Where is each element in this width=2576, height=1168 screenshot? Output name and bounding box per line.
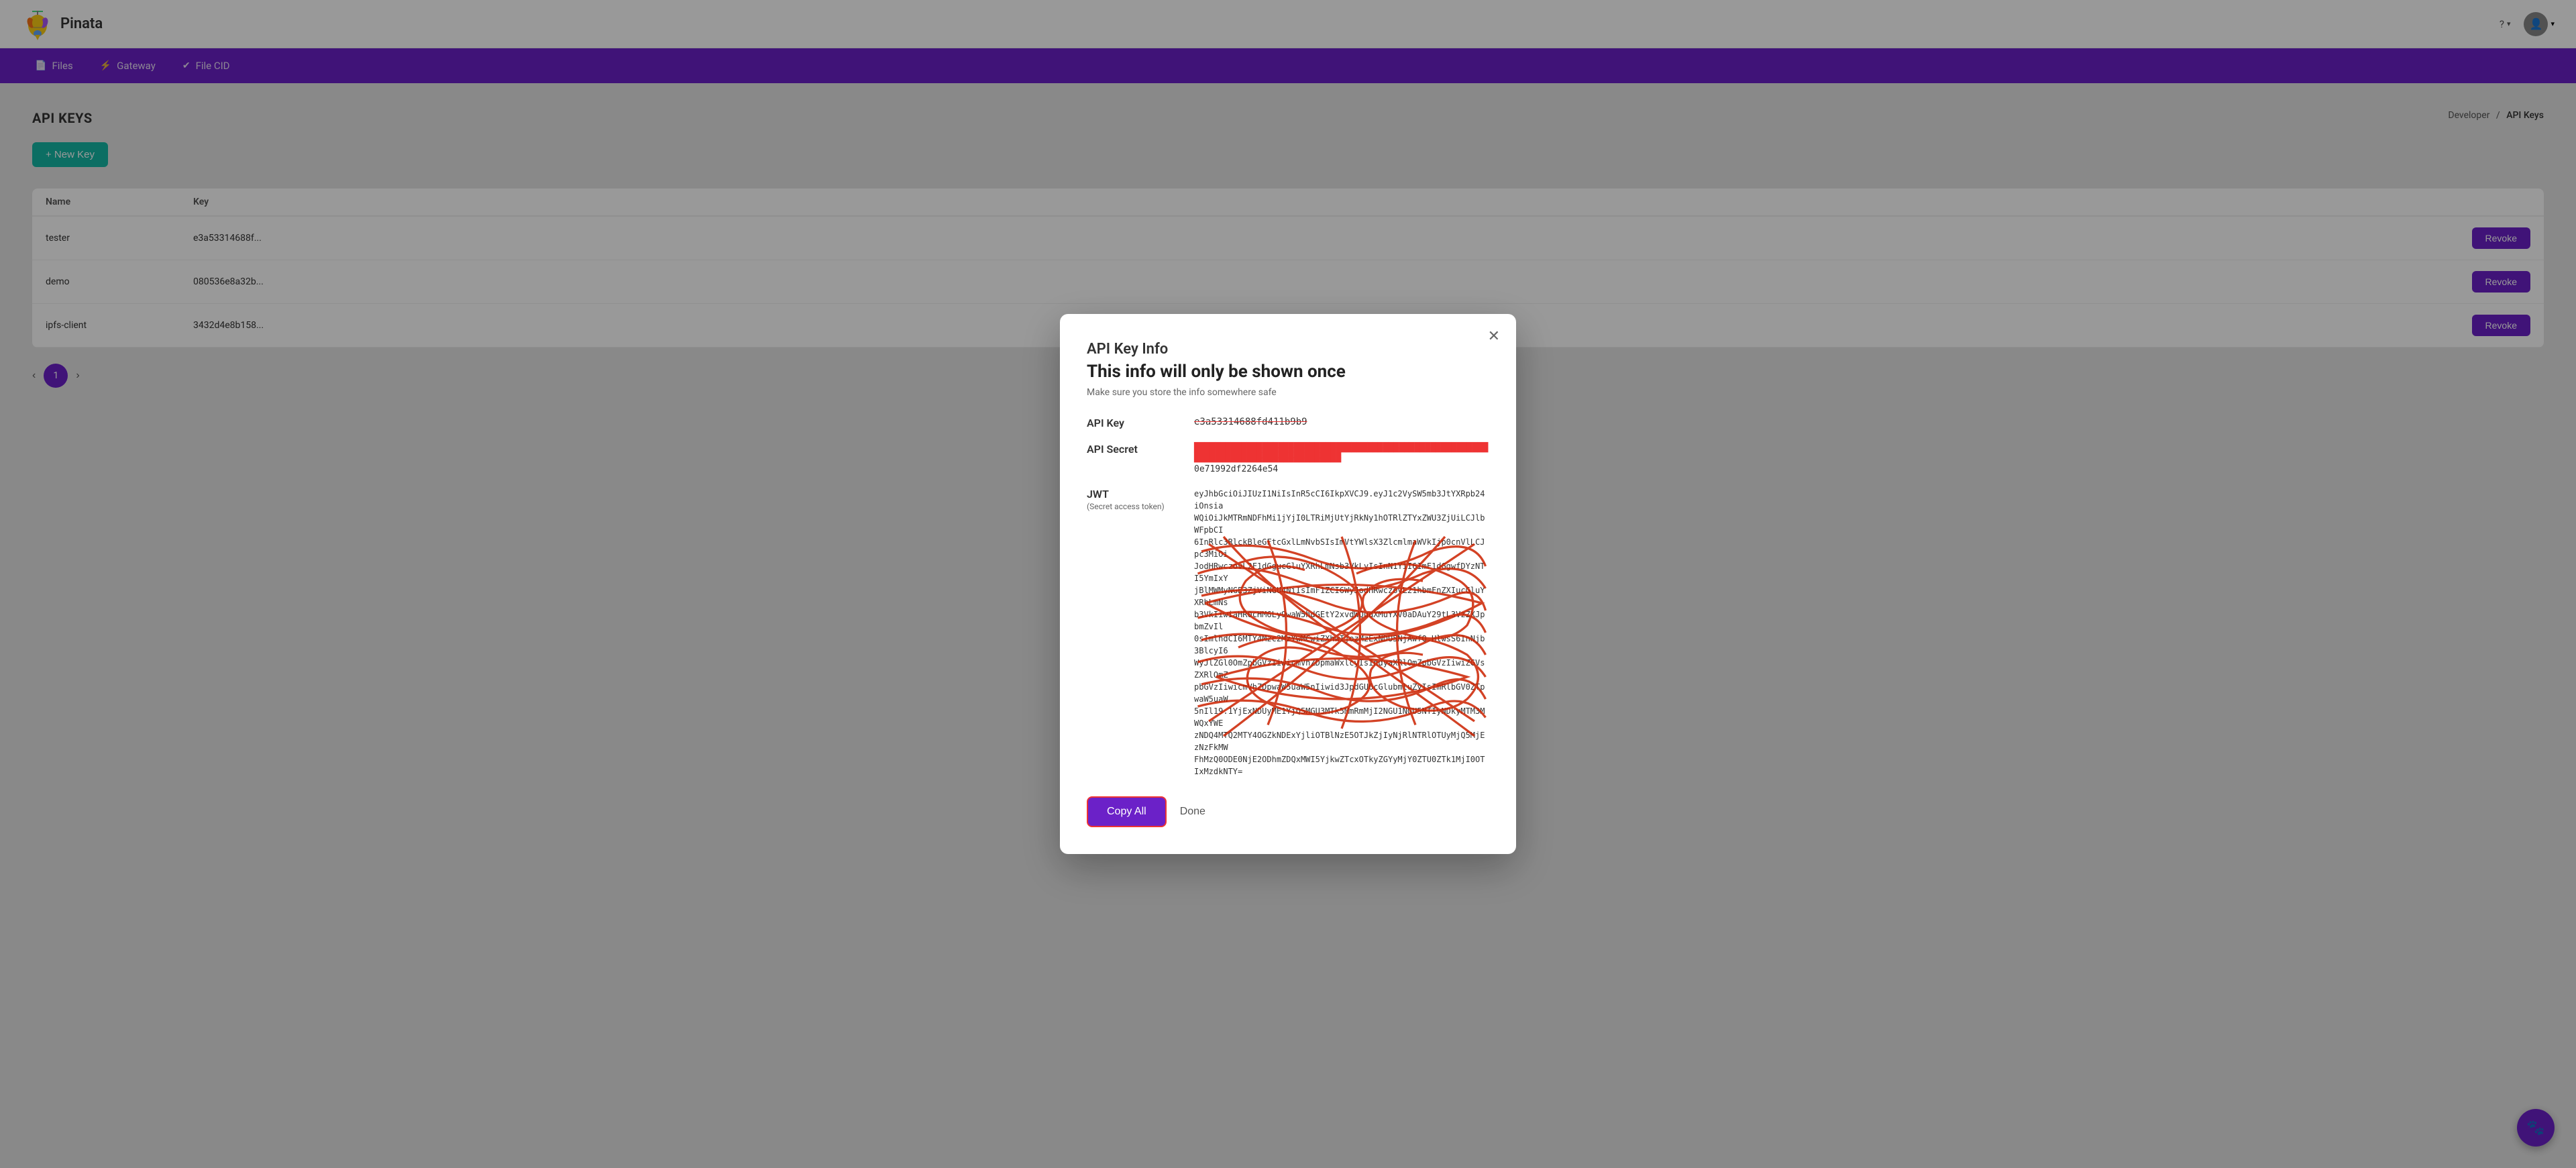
api-key-info-modal: API Key Info ✕ This info will only be sh… xyxy=(1060,314,1516,854)
modal-title: API Key Info xyxy=(1087,341,1489,358)
modal-overlay: API Key Info ✕ This info will only be sh… xyxy=(0,0,2576,1168)
modal-actions: Copy All Done xyxy=(1087,796,1489,827)
api-key-row: API Key e3a53314688fd411b9b9 xyxy=(1087,417,1489,429)
jwt-sublabel: (Secret access token) xyxy=(1087,502,1167,511)
api-key-text: e3a53314688fd411b9b9 xyxy=(1194,417,1307,427)
api-secret-value: ████████████████████████████████████████… xyxy=(1194,443,1489,474)
api-secret-row: API Secret █████████████████████████████… xyxy=(1087,443,1489,474)
modal-close-button[interactable]: ✕ xyxy=(1488,327,1500,345)
jwt-label: JWT xyxy=(1087,488,1167,500)
jwt-value-area: eyJhbGciOiJIUzI1NiIsInR5cCI6IkpXVCJ9.eyJ… xyxy=(1194,488,1489,778)
done-button[interactable]: Done xyxy=(1180,806,1205,818)
jwt-section: JWT (Secret access token) eyJhbGciOiJIUz… xyxy=(1087,488,1489,778)
api-secret-line2: 0e71992df2264e54 xyxy=(1194,464,1489,474)
modal-heading: This info will only be shown once xyxy=(1087,362,1489,382)
modal-subheading: Make sure you store the info somewhere s… xyxy=(1087,387,1489,398)
api-key-label: API Key xyxy=(1087,417,1167,429)
jwt-label-block: JWT (Secret access token) xyxy=(1087,488,1167,511)
api-key-value: e3a53314688fd411b9b9 xyxy=(1194,417,1489,427)
api-secret-label: API Secret xyxy=(1087,443,1167,456)
copy-all-button[interactable]: Copy All xyxy=(1087,796,1167,827)
jwt-text: eyJhbGciOiJIUzI1NiIsInR5cCI6IkpXVCJ9.eyJ… xyxy=(1194,488,1489,778)
api-secret-line1: ████████████████████████████████████████… xyxy=(1194,443,1489,463)
